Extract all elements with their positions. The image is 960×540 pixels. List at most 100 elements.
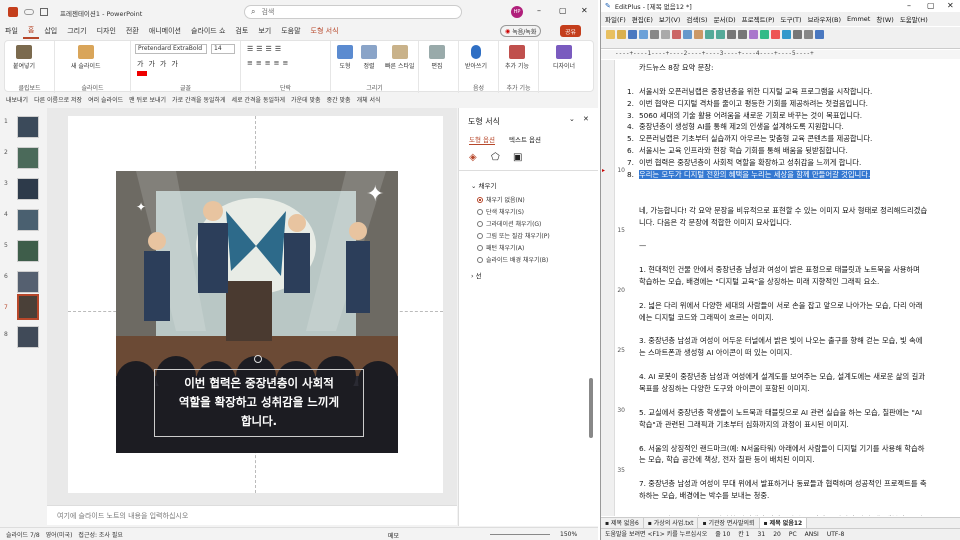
tab-home[interactable]: 홈	[22, 23, 40, 39]
menu-view[interactable]: 보기(V)	[659, 14, 680, 24]
slide-thumb[interactable]	[17, 209, 39, 231]
open-folder-icon[interactable]	[617, 30, 626, 39]
file-tab[interactable]: ▪ 제목 없음6	[601, 517, 644, 529]
close-pane-icon[interactable]: ✕	[583, 115, 589, 123]
redo-icon[interactable]	[716, 30, 725, 39]
align-middle-button[interactable]: 중간 맞춤	[327, 95, 351, 104]
accessibility-indicator[interactable]: 접근성: 조사 필요	[78, 530, 122, 539]
quick-styles-button[interactable]: 빠른 스타일	[385, 45, 415, 70]
zoom-level[interactable]: 150%	[560, 531, 577, 538]
align-center-button[interactable]: 가운데 맞춤	[291, 95, 321, 104]
menu-help[interactable]: 도움말(H)	[900, 14, 928, 24]
fill-option-solid[interactable]: 단색 채우기(S)	[477, 207, 550, 216]
tab-file[interactable]: 파일	[0, 24, 23, 38]
browser-icon[interactable]	[771, 30, 780, 39]
list-icons[interactable]: ☰☰☰☰	[247, 45, 284, 53]
paste-button[interactable]: 붙여넣기	[13, 45, 35, 70]
tab-text-options[interactable]: 텍스트 옵션	[509, 134, 541, 144]
caption-textbox[interactable]: 이번 협력은 중장년층이 사회적 역할을 확장하고 성취감을 느끼게 합니다.	[154, 369, 364, 437]
font-name-select[interactable]: Pretendard ExtraBold	[135, 44, 207, 54]
fill-option-background[interactable]: 슬라이드 배경 채우기(B)	[477, 255, 550, 264]
fill-option-picture[interactable]: 그림 또는 질감 채우기(P)	[477, 231, 550, 240]
tab-shape-format[interactable]: 도형 서식	[306, 24, 344, 38]
menu-document[interactable]: 문서(D)	[714, 14, 736, 24]
print-preview-icon[interactable]	[661, 30, 670, 39]
menu-window[interactable]: 창(W)	[876, 14, 893, 24]
size-properties-icon[interactable]: ▣	[513, 152, 522, 163]
slide-thumb[interactable]	[17, 240, 39, 262]
ftp-icon[interactable]	[815, 30, 824, 39]
edit-button[interactable]: 편집	[429, 45, 445, 70]
tab-draw[interactable]: 그리기	[62, 24, 91, 38]
slide-thumb[interactable]	[17, 178, 39, 200]
format-object-button[interactable]: 개체 서식	[357, 95, 381, 104]
save-icon[interactable]	[40, 8, 48, 16]
font-color-icon[interactable]	[137, 71, 147, 76]
dictate-button[interactable]: 받아쓰기	[465, 45, 487, 70]
tab-animations[interactable]: 애니메이션	[144, 24, 186, 38]
chevron-down-icon[interactable]: ⌄	[569, 115, 575, 123]
new-slide-button[interactable]: 새 슬라이드	[71, 45, 101, 70]
file-tab[interactable]: ▪ 기관장 면사말의뢰	[698, 517, 760, 529]
tab-view[interactable]: 보기	[253, 24, 276, 38]
word-wrap-icon[interactable]	[749, 30, 758, 39]
tab-design[interactable]: 디자인	[92, 24, 121, 38]
notes-pane[interactable]: 여기에 슬라이드 노트의 내용을 입력하십시오	[47, 505, 457, 525]
user-avatar[interactable]: HP	[511, 6, 523, 18]
slide-thumb[interactable]	[17, 116, 39, 138]
fill-section-header[interactable]: ⌄ 채우기	[471, 180, 496, 190]
minimize-icon[interactable]: –	[537, 6, 541, 15]
cliptext-icon[interactable]	[804, 30, 813, 39]
fill-option-gradient[interactable]: 그라데이션 채우기(G)	[477, 219, 550, 228]
maximize-icon[interactable]: ▢	[559, 6, 567, 15]
distribute-horizontal-button[interactable]: 가로 간격을 동일하게	[172, 95, 226, 104]
save-all-icon[interactable]	[639, 30, 648, 39]
ruler-icon[interactable]	[760, 30, 769, 39]
spell-check-icon[interactable]	[782, 30, 791, 39]
ep-close-icon[interactable]: ✕	[947, 1, 954, 10]
font-size-select[interactable]: 14	[211, 44, 235, 54]
ep-maximize-icon[interactable]: ▢	[927, 1, 935, 10]
ppt-search-box[interactable]: ⌕ 검색	[244, 5, 462, 19]
send-to-back-button[interactable]: 맨 뒤로 보내기	[129, 95, 166, 104]
print-icon[interactable]	[650, 30, 659, 39]
ep-minimize-icon[interactable]: –	[907, 1, 911, 10]
save-as-button[interactable]: 다른 이름으로 저장	[34, 95, 82, 104]
undo-icon[interactable]	[705, 30, 714, 39]
paste-icon[interactable]	[694, 30, 703, 39]
slide-thumb[interactable]	[17, 271, 39, 293]
fill-line-icon[interactable]: ◈	[469, 152, 477, 163]
distribute-vertical-button[interactable]: 세로 간격을 동일하게	[232, 95, 286, 104]
directory-icon[interactable]	[793, 30, 802, 39]
close-icon[interactable]: ✕	[581, 6, 588, 15]
line-section-header[interactable]: › 선	[471, 270, 482, 280]
file-tab[interactable]: ▪ 가상의 사업.txt	[644, 517, 699, 529]
file-tab-active[interactable]: ▪ 제목 없음12	[759, 517, 808, 529]
new-file-icon[interactable]	[606, 30, 615, 39]
zoom-slider[interactable]	[490, 534, 550, 535]
addin-button[interactable]: 추가 기능	[505, 45, 529, 70]
slide-thumb[interactable]	[17, 147, 39, 169]
tab-help[interactable]: 도움말	[276, 24, 305, 38]
menu-search[interactable]: 검색(S)	[686, 14, 707, 24]
tab-shape-options[interactable]: 도형 옵션	[469, 134, 495, 145]
arrange-button[interactable]: 정렬	[361, 45, 377, 70]
menu-tools[interactable]: 도구(T)	[781, 14, 802, 24]
tab-insert[interactable]: 삽입	[39, 24, 62, 38]
cut-icon[interactable]	[672, 30, 681, 39]
slide-thumb[interactable]	[17, 326, 39, 348]
rotate-handle-icon[interactable]	[254, 355, 262, 363]
export-button[interactable]: 내보내기	[6, 95, 28, 104]
menu-emmet[interactable]: Emmet	[847, 15, 870, 23]
replace-icon[interactable]	[738, 30, 747, 39]
bold-italic-underline-icons[interactable]: 가가가가	[137, 59, 183, 69]
slide-illustration[interactable]: ✦ ✦ 이번 협력은 중장년층이 사회적 역할을 확장하고 성취감을 느끼게 합…	[116, 171, 398, 453]
pane-scrollbar[interactable]	[589, 378, 593, 438]
tab-review[interactable]: 검토	[230, 24, 253, 38]
fill-option-none[interactable]: 채우기 없음(N)	[477, 195, 550, 204]
share-button[interactable]: 공유	[560, 25, 582, 37]
tab-transitions[interactable]: 전환	[121, 24, 144, 38]
multi-slide-button[interactable]: 여러 슬라이드	[88, 95, 123, 104]
language-indicator[interactable]: 영어(미국)	[46, 530, 73, 539]
menu-edit[interactable]: 편집(E)	[632, 14, 653, 24]
